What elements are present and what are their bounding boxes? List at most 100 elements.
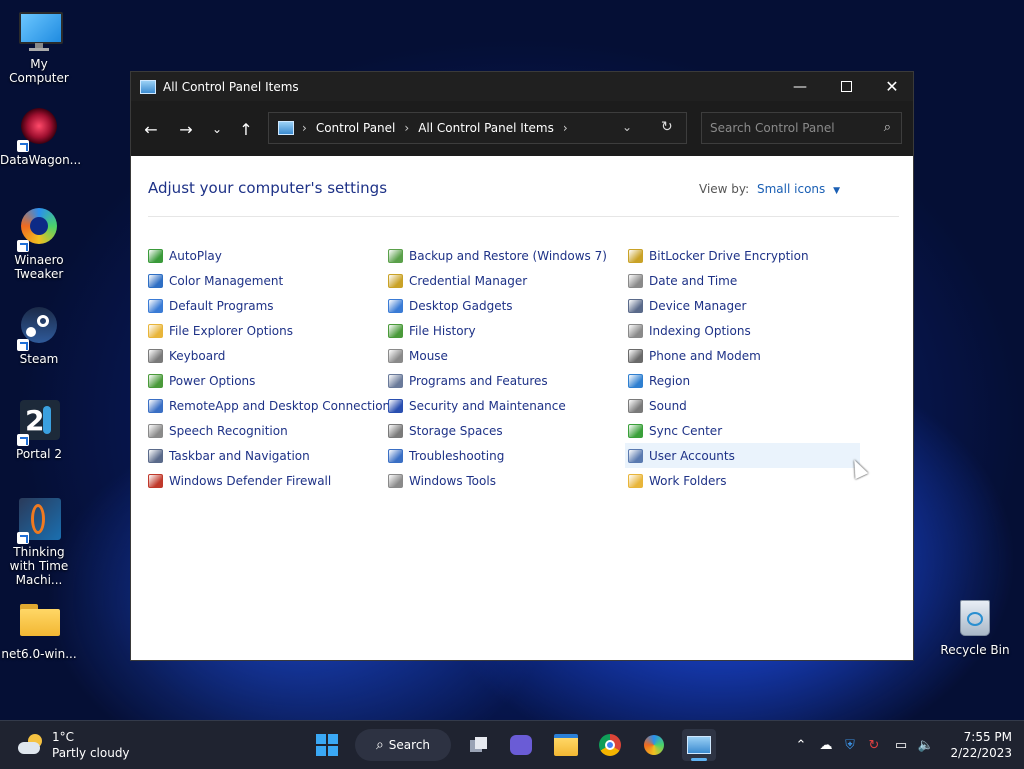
divider (148, 216, 899, 217)
control-panel-item[interactable]: Mouse (388, 343, 607, 368)
partly-cloudy-icon (18, 734, 44, 756)
control-panel-item-label: Windows Tools (409, 473, 496, 488)
control-panel-item[interactable]: Indexing Options (628, 318, 860, 343)
control-panel-item[interactable]: Backup and Restore (Windows 7) (388, 243, 607, 268)
control-panel-item[interactable]: Security and Maintenance (388, 393, 607, 418)
desktop-icon-portal-2[interactable]: 2 Portal 2 (0, 400, 78, 461)
desktop-icon-steam[interactable]: Steam (0, 305, 78, 366)
control-panel-item[interactable]: Troubleshooting (388, 443, 607, 468)
control-panel-item[interactable]: Credential Manager (388, 268, 607, 293)
control-panel-item[interactable]: Sound (628, 393, 860, 418)
control-panel-item[interactable]: Work Folders (628, 468, 860, 493)
title-bar[interactable]: All Control Panel Items — ✕ (131, 72, 913, 101)
control-panel-item[interactable]: BitLocker Drive Encryption (628, 243, 860, 268)
up-button[interactable]: ↑ (234, 117, 258, 141)
control-panel-item[interactable]: Windows Tools (388, 468, 607, 493)
control-panel-item-label: Backup and Restore (Windows 7) (409, 248, 607, 263)
breadcrumb-control-panel[interactable]: Control Panel (316, 121, 396, 135)
control-panel-item[interactable]: RemoteApp and Desktop Connections (148, 393, 396, 418)
search-input[interactable]: Search Control Panel ⌕ (701, 112, 902, 144)
items-column-1: AutoPlay Color Management Default Programs… (148, 243, 396, 493)
security-icon[interactable]: ⛨ (842, 737, 858, 753)
breadcrumb-all-items[interactable]: All Control Panel Items (418, 121, 554, 135)
control-panel-item[interactable]: Speech Recognition (148, 418, 396, 443)
address-bar[interactable]: › Control Panel › All Control Panel Item… (268, 112, 687, 144)
control-panel-item[interactable]: File Explorer Options (148, 318, 396, 343)
control-panel-item-label: Credential Manager (409, 273, 528, 288)
control-panel-taskbar-button[interactable] (682, 729, 716, 761)
control-panel-item[interactable]: Phone and Modem (628, 343, 860, 368)
control-panel-item[interactable]: Sync Center (628, 418, 860, 443)
taskbar-search-label: Search (388, 738, 431, 752)
control-panel-item[interactable]: Power Options (148, 368, 396, 393)
desktop-icon-my-computer[interactable]: My Computer (0, 10, 78, 85)
control-panel-item[interactable]: Desktop Gadgets (388, 293, 607, 318)
control-panel-item[interactable]: Programs and Features (388, 368, 607, 393)
desktop-icon-recycle-bin[interactable]: Recycle Bin (938, 598, 1012, 657)
shortcut-arrow-icon (17, 140, 29, 152)
control-panel-item[interactable]: Default Programs (148, 293, 396, 318)
backup-icon (388, 248, 403, 263)
weather-widget[interactable]: 1°C Partly cloudy (18, 729, 130, 761)
folder-options-icon (148, 323, 163, 338)
control-panel-item[interactable]: Windows Defender Firewall (148, 468, 396, 493)
desktop-icon-thinking-with-time-machine[interactable]: Thinking with Time Machi... (0, 498, 78, 587)
start-button[interactable] (311, 729, 343, 761)
control-panel-item-label: Phone and Modem (649, 348, 761, 363)
control-panel-item[interactable]: Keyboard (148, 343, 396, 368)
minimize-button[interactable]: — (777, 72, 823, 101)
control-panel-item-label: BitLocker Drive Encryption (649, 248, 809, 263)
minimize-icon: — (793, 78, 807, 95)
control-panel-item-label: Programs and Features (409, 373, 548, 388)
clock-date: 2/22/2023 (950, 746, 1012, 760)
recent-locations-button[interactable]: ⌄ (205, 117, 229, 141)
clock-icon (628, 273, 643, 288)
view-by-label: View by: (699, 182, 750, 196)
show-hidden-icons-button[interactable]: ⌃ (793, 737, 809, 753)
control-panel-item[interactable]: Taskbar and Navigation (148, 443, 396, 468)
troubleshooting-icon (388, 448, 403, 463)
gadgets-icon (388, 298, 403, 313)
control-panel-item[interactable]: Storage Spaces (388, 418, 607, 443)
user-accounts-icon (628, 448, 643, 463)
control-panel-item[interactable]: AutoPlay (148, 243, 396, 268)
control-panel-item-label: Windows Defender Firewall (169, 473, 332, 488)
close-button[interactable]: ✕ (869, 72, 915, 101)
task-view-button[interactable] (463, 729, 495, 761)
address-dropdown-button[interactable]: ⌄ (622, 120, 632, 134)
onedrive-icon[interactable]: ☁ (818, 737, 834, 753)
control-panel-item[interactable]: Device Manager (628, 293, 860, 318)
control-panel-item-label: Security and Maintenance (409, 398, 566, 413)
file-explorer-button[interactable] (550, 729, 582, 761)
desktop-icon-datawagon[interactable]: DataWagon... (0, 106, 81, 167)
view-by-dropdown[interactable]: Small icons ▼ (757, 182, 840, 196)
desktop-icon-winaero-tweaker[interactable]: Winaero Tweaker (0, 206, 78, 281)
winaero-taskbar-button[interactable] (638, 729, 670, 761)
maximize-button[interactable] (823, 72, 869, 101)
desktop-icon-net6-folder[interactable]: net6.0-win... (0, 600, 78, 661)
control-panel-item[interactable]: Region (628, 368, 860, 393)
window-title: All Control Panel Items (163, 79, 299, 94)
page-title: Adjust your computer's settings (148, 179, 388, 197)
network-icon[interactable]: ▭ (893, 737, 909, 753)
chat-button[interactable] (505, 729, 537, 761)
control-panel-item[interactable]: Date and Time (628, 268, 860, 293)
back-button[interactable]: ← (139, 117, 163, 141)
datawagon-icon (17, 106, 61, 152)
control-panel-item[interactable]: File History (388, 318, 607, 343)
caret-down-icon: ▼ (833, 186, 841, 196)
control-panel-item-label: Color Management (169, 273, 284, 288)
update-icon[interactable]: ↻ (866, 737, 882, 753)
taskbar-search-button[interactable]: ⌕ Search (355, 729, 451, 761)
control-panel-item[interactable]: User Accounts (625, 443, 860, 468)
clock[interactable]: 7:55 PM 2/22/2023 (940, 729, 1012, 761)
shortcut-arrow-icon (17, 240, 29, 252)
active-indicator (691, 758, 707, 761)
arrow-up-icon: ↑ (239, 119, 253, 139)
control-panel-item[interactable]: Color Management (148, 268, 396, 293)
refresh-button[interactable]: ↻ (661, 119, 673, 135)
volume-icon[interactable]: 🔈 (918, 737, 934, 753)
forward-button[interactable]: → (174, 117, 198, 141)
mouse-icon (388, 348, 403, 363)
chrome-button[interactable] (594, 729, 626, 761)
